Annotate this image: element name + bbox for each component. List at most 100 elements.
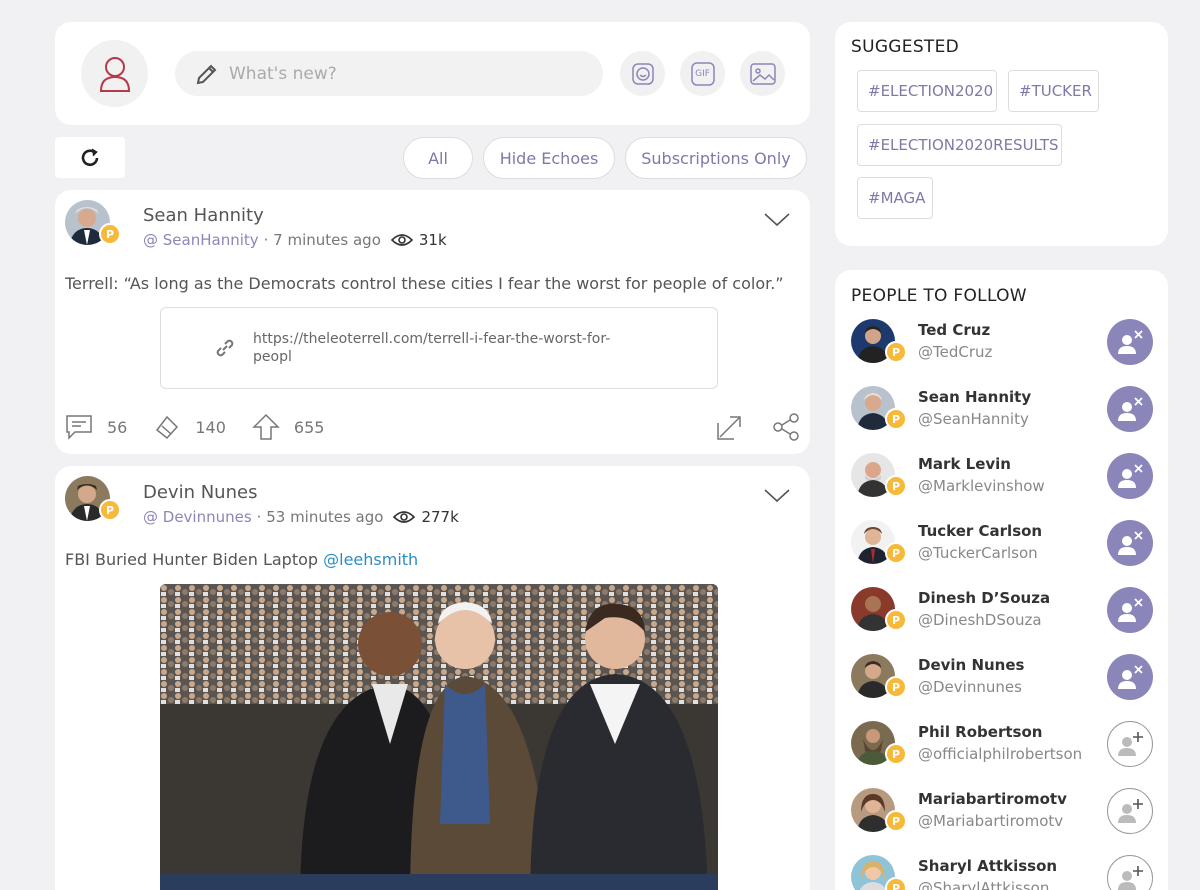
person-item[interactable]: P Mariabartiromotv @Mariabartiromotv bbox=[851, 788, 1156, 848]
user-avatar[interactable] bbox=[81, 40, 148, 107]
person-item[interactable]: P Ted Cruz @TedCruz bbox=[851, 319, 1156, 379]
post-time: · 53 minutes ago bbox=[256, 508, 384, 526]
person-item[interactable]: P Dinesh D’Souza @DineshDSouza bbox=[851, 587, 1156, 647]
post-author-handle[interactable]: @ Devinnunes bbox=[143, 508, 252, 526]
user-remove-icon bbox=[1118, 531, 1143, 555]
person-handle: @SeanHannity bbox=[918, 410, 1029, 428]
upvote-button[interactable]: 655 bbox=[252, 413, 325, 441]
emoji-button[interactable] bbox=[620, 51, 665, 96]
echo-count: 140 bbox=[195, 417, 226, 437]
person-name: Ted Cruz bbox=[918, 321, 991, 339]
post-image[interactable] bbox=[160, 584, 718, 890]
unfollow-button[interactable] bbox=[1107, 520, 1153, 566]
post-author-handle[interactable]: @ SeanHannity bbox=[143, 231, 259, 249]
views-icon bbox=[393, 511, 416, 523]
person-handle: @TedCruz bbox=[918, 343, 993, 361]
user-remove-icon bbox=[1118, 598, 1143, 622]
filter-subscriptions-only[interactable]: Subscriptions Only bbox=[625, 137, 807, 179]
person-name: Mariabartiromotv bbox=[918, 790, 1067, 808]
person-name: Sharyl Attkisson bbox=[918, 857, 1058, 875]
comment-count: 56 bbox=[107, 417, 128, 437]
expand-icon[interactable] bbox=[716, 413, 744, 441]
post-meta: @ SeanHannity · 7 minutes ago 31k bbox=[143, 231, 447, 249]
tag-tucker[interactable]: #TUCKER bbox=[1008, 70, 1099, 112]
suggested-card: SUGGESTED #ELECTION2020 #TUCKER #ELECTIO… bbox=[835, 22, 1168, 246]
post-author-name[interactable]: Devin Nunes bbox=[143, 482, 257, 503]
echo-button[interactable]: 140 bbox=[153, 414, 226, 440]
verified-badge: P bbox=[885, 542, 907, 564]
filter-hide-echoes[interactable]: Hide Echoes bbox=[483, 137, 615, 179]
refresh-button[interactable] bbox=[55, 137, 125, 178]
emoji-icon bbox=[631, 62, 654, 85]
user-icon bbox=[99, 56, 130, 92]
unfollow-button[interactable] bbox=[1107, 319, 1153, 365]
person-name: Phil Robertson bbox=[918, 723, 1043, 741]
link-preview[interactable]: https://theleoterrell.com/terrell-i-fear… bbox=[160, 307, 718, 389]
filter-all[interactable]: All bbox=[403, 137, 473, 179]
verified-badge: P bbox=[99, 499, 121, 521]
gif-label: GIF bbox=[695, 68, 710, 79]
post-mention-link[interactable]: @leehsmith bbox=[323, 550, 418, 569]
unfollow-button[interactable] bbox=[1107, 386, 1153, 432]
person-name: Mark Levin bbox=[918, 455, 1011, 473]
verified-badge: P bbox=[885, 408, 907, 430]
post-views: 31k bbox=[418, 231, 447, 249]
upvote-icon bbox=[252, 413, 280, 440]
person-name: Tucker Carlson bbox=[918, 522, 1043, 540]
person-item[interactable]: P Tucker Carlson @TuckerCarlson bbox=[851, 520, 1156, 580]
post-views: 277k bbox=[421, 508, 459, 526]
chevron-down-icon[interactable] bbox=[764, 212, 790, 228]
user-remove-icon bbox=[1118, 330, 1143, 354]
unfollow-button[interactable] bbox=[1107, 453, 1153, 499]
whats-new-placeholder: What's new? bbox=[229, 63, 337, 84]
user-remove-icon bbox=[1118, 397, 1143, 421]
follow-button[interactable] bbox=[1107, 855, 1153, 890]
person-item[interactable]: P Sean Hannity @SeanHannity bbox=[851, 386, 1156, 446]
tag-election2020results[interactable]: #ELECTION2020RESULTS bbox=[857, 124, 1062, 166]
share-icon[interactable] bbox=[772, 413, 800, 441]
person-item[interactable]: P Mark Levin @Marklevinshow bbox=[851, 453, 1156, 513]
refresh-icon bbox=[81, 148, 99, 166]
link-icon bbox=[216, 339, 234, 357]
person-handle: @officialphilrobertson bbox=[918, 745, 1083, 763]
person-handle: @SharylAttkisson bbox=[918, 879, 1050, 890]
tag-maga[interactable]: #MAGA bbox=[857, 177, 933, 219]
follow-button[interactable] bbox=[1107, 721, 1153, 767]
verified-badge: P bbox=[885, 341, 907, 363]
views-icon bbox=[390, 234, 413, 246]
person-item[interactable]: P Sharyl Attkisson @SharylAttkisson bbox=[851, 855, 1156, 890]
user-remove-icon bbox=[1118, 665, 1143, 689]
post-meta: @ Devinnunes · 53 minutes ago 277k bbox=[143, 508, 459, 526]
user-add-icon bbox=[1118, 732, 1143, 756]
unfollow-button[interactable] bbox=[1107, 587, 1153, 633]
upvote-count: 655 bbox=[293, 417, 325, 437]
gif-button[interactable]: GIF bbox=[680, 51, 725, 96]
verified-badge: P bbox=[885, 810, 907, 832]
verified-badge: P bbox=[885, 475, 907, 497]
echo-icon bbox=[156, 415, 179, 440]
verified-badge: P bbox=[885, 676, 907, 698]
person-item[interactable]: P Phil Robertson @officialphilrobertson bbox=[851, 721, 1156, 781]
verified-badge: P bbox=[885, 743, 907, 765]
follow-button[interactable] bbox=[1107, 788, 1153, 834]
image-button[interactable] bbox=[740, 51, 785, 96]
unfollow-button[interactable] bbox=[1107, 654, 1153, 700]
comment-button[interactable]: 56 bbox=[65, 414, 127, 440]
person-name: Devin Nunes bbox=[918, 656, 1025, 674]
post-author-name[interactable]: Sean Hannity bbox=[143, 205, 264, 226]
verified-badge: P bbox=[885, 609, 907, 631]
pencil-icon bbox=[196, 64, 217, 84]
image-icon bbox=[749, 62, 776, 85]
post-card: P Sean Hannity @ SeanHannity · 7 minutes… bbox=[55, 190, 810, 454]
user-add-icon bbox=[1118, 799, 1143, 823]
tag-election2020[interactable]: #ELECTION2020 bbox=[857, 70, 997, 112]
person-name: Dinesh D’Souza bbox=[918, 589, 1051, 607]
whats-new-input[interactable]: What's new? bbox=[175, 51, 603, 96]
post-card: P Devin Nunes @ Devinnunes · 53 minutes … bbox=[55, 466, 810, 890]
post-text: FBI Buried Hunter Biden Laptop @leehsmit… bbox=[65, 550, 418, 569]
composer-card: What's new? GIF bbox=[55, 22, 810, 125]
chevron-down-icon[interactable] bbox=[764, 488, 790, 504]
verified-badge: P bbox=[99, 223, 121, 245]
person-item[interactable]: P Devin Nunes @Devinnunes bbox=[851, 654, 1156, 714]
person-handle: @Marklevinshow bbox=[918, 477, 1045, 495]
